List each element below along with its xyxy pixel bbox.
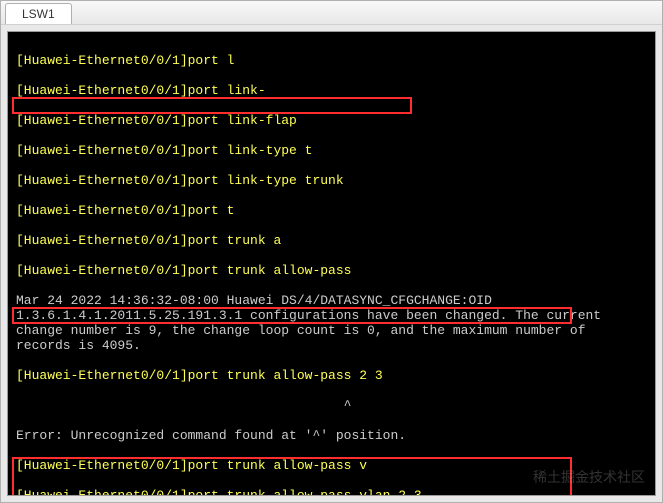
terminal[interactable]: [Huawei-Ethernet0/0/1]port l [Huawei-Eth… xyxy=(7,31,656,496)
terminal-line: [Huawei-Ethernet0/0/1]port link-flap xyxy=(16,113,297,128)
terminal-line: [Huawei-Ethernet0/0/1]port link- xyxy=(16,83,266,98)
terminal-line: [Huawei-Ethernet0/0/1]port link-type t xyxy=(16,143,312,158)
terminal-line: [Huawei-Ethernet0/0/1]port l xyxy=(16,53,234,68)
app-window: LSW1 [Huawei-Ethernet0/0/1]port l [Huawe… xyxy=(0,0,663,503)
tab-lsw1[interactable]: LSW1 xyxy=(5,3,72,24)
terminal-line: [Huawei-Ethernet0/0/1]port trunk allow-p… xyxy=(16,458,367,473)
watermark: 稀土掘金技术社区 xyxy=(533,470,645,485)
highlight-box-1 xyxy=(12,97,412,114)
terminal-line: Mar 24 2022 14:36:32-08:00 Huawei DS/4/D… xyxy=(16,293,609,353)
terminal-line: ^ xyxy=(16,398,351,413)
terminal-line: [Huawei-Ethernet0/0/1]port trunk allow-p… xyxy=(16,263,351,278)
terminal-line: Error: Unrecognized command found at '^'… xyxy=(16,428,406,443)
terminal-line: [Huawei-Ethernet0/0/1]port trunk allow-p… xyxy=(16,368,383,383)
tab-bar: LSW1 xyxy=(1,1,662,25)
terminal-line: [Huawei-Ethernet0/0/1]port t xyxy=(16,203,234,218)
terminal-line: [Huawei-Ethernet0/0/1]port trunk a xyxy=(16,233,281,248)
terminal-line: [Huawei-Ethernet0/0/1]port link-type tru… xyxy=(16,173,344,188)
terminal-line: [Huawei-Ethernet0/0/1]port trunk allow-p… xyxy=(16,488,422,496)
